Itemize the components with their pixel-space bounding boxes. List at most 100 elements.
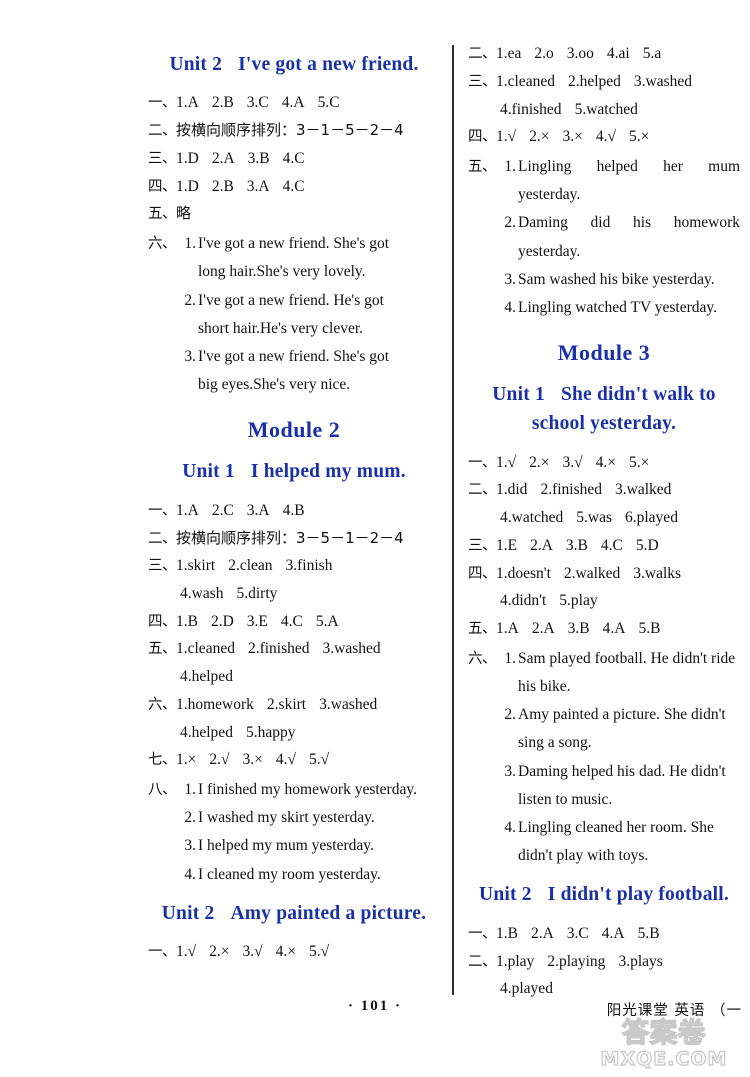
sentence-number: 3.: [184, 837, 196, 855]
answer-item: 1.A: [496, 620, 519, 638]
sentence-block: 八、 1. I finished my homework yesterday. 2. I…: [148, 776, 440, 889]
answer-item: 3.E: [246, 612, 268, 630]
answer-item: 5.A: [315, 612, 339, 630]
right-column: 二、 1.ea 2.o 3.oo 4.ai 5.a 三、 1.cleaned 2.helped 3…: [468, 40, 740, 1005]
sentence-block: 六、 1. Sam played football. He didn't ride h…: [468, 645, 740, 871]
answer-item: 按横向顺序排列：3－5－1－2－4: [176, 528, 404, 547]
answer-items: 1.√ 2.× 3.√ 4.× 5.×: [496, 449, 740, 477]
answer-item: 1.√: [176, 943, 197, 961]
answer-item: 1.play: [496, 952, 535, 970]
unit-heading-number: Unit 2: [169, 54, 223, 75]
answer-line-marker: 四、: [148, 613, 177, 630]
answer-items: 1.did 2.finished 3.walked: [496, 476, 740, 504]
answer-item: 2.finished: [247, 640, 310, 658]
unit-heading: Unit 2 Amy painted a picture.: [148, 899, 440, 928]
answer-item: 3.×: [242, 751, 263, 769]
answer-item: 4.×: [595, 453, 617, 471]
answer-items: 1.× 2.√ 3.× 4.√ 5.√: [176, 746, 440, 774]
answer-item: 1.E: [496, 536, 518, 554]
module-heading: Module 2: [247, 417, 341, 443]
sentence-number: 2.: [504, 706, 516, 724]
answer-item: 3.washed: [322, 640, 381, 658]
answer-items: 1.B 2.A 3.C 4.A 5.B: [496, 920, 740, 948]
answer-line: 一、 1.A 2.B 3.C 4.A 5.C: [148, 89, 440, 117]
answer-item: 5.was: [576, 509, 612, 527]
answer-item: 5.D: [635, 536, 659, 554]
unit-heading: Unit 1 I helped my mum.: [148, 457, 440, 486]
answer-item: 3.washed: [319, 695, 378, 713]
sentence-row: 2. I've got a new friend. He's got: [148, 287, 440, 315]
answer-line: 四、 1.B 2.D 3.E 4.C 5.A: [148, 608, 440, 636]
sentence-row: 六、 1. Sam played football. He didn't ride: [468, 645, 740, 673]
answer-items: 1.ea 2.o 3.oo 4.ai 5.a: [496, 40, 740, 68]
answer-item: 5.happy: [245, 723, 296, 741]
answer-item: 3.plays: [618, 952, 663, 970]
answer-item: 4.C: [282, 177, 305, 195]
sentence-text: Amy painted a picture. She didn't: [518, 706, 726, 724]
answer-line-continuation: 4.finished 5.watched: [468, 96, 740, 124]
answer-item: 2.A: [531, 620, 555, 638]
answer-item: 6.played: [625, 509, 678, 527]
answer-item: 3.B: [567, 620, 590, 638]
answer-item: 2.C: [211, 501, 234, 519]
page-footer: · 101 · 阳光课堂 英语 （一: [0, 998, 750, 1024]
sentence-text: I've got a new friend. She's got: [198, 235, 390, 253]
sentence-text: Lingling cleaned her room. She: [518, 819, 714, 837]
unit-heading-number: Unit 1: [182, 461, 235, 483]
answer-item: 1.×: [176, 751, 197, 769]
answer-line: 四、 1.√ 2.× 3.× 4.√ 5.×: [468, 123, 740, 151]
answer-item: 1.D: [176, 149, 199, 167]
answer-line-marker: 六、: [148, 696, 177, 713]
answer-item: 2.helped: [567, 72, 621, 90]
sentence-row: 八、 1. I finished my homework yesterday.: [148, 776, 440, 804]
answer-line-marker: 三、: [468, 73, 497, 90]
answer-item: 按横向顺序排列：3－1－5－2－4: [176, 121, 404, 140]
answer-item: 2.×: [529, 453, 550, 471]
answer-items: 按横向顺序排列：3－5－1－2－4: [176, 525, 440, 552]
answer-line-marker: 五、: [148, 641, 177, 658]
sentence-row: 3. Sam washed his bike yesterday.: [468, 266, 740, 294]
sentence-number: 3.: [504, 270, 516, 288]
sentence-block-marker: 六、: [468, 650, 497, 667]
answer-line: 六、 1.homework 2.skirt 3.washed: [148, 691, 440, 719]
answer-line-marker: 三、: [148, 150, 177, 167]
sentence-row: 2. Amy painted a picture. She didn't: [468, 701, 740, 729]
answer-line-marker: 五、: [148, 206, 177, 223]
answer-item: 5.B: [637, 924, 660, 942]
answer-item: 4.finished: [500, 100, 562, 118]
answer-item: 3.B: [565, 536, 588, 554]
answer-block: 一、 1.√ 2.× 3.√ 4.× 5.× 二、 1.did 2.finished 3.walk…: [468, 449, 740, 643]
sentence-number: 4.: [184, 865, 196, 883]
answer-line-marker: 三、: [468, 537, 497, 554]
answer-item: 4.wash: [180, 585, 224, 603]
answer-line: 二、 按横向顺序排列：3－5－1－2－4: [148, 525, 440, 553]
answer-item: 4.×: [275, 943, 297, 961]
sentence-block-marker: 五、: [468, 158, 497, 175]
unit-heading-title: I didn't play football.: [547, 884, 729, 906]
answer-item: 5.a: [642, 45, 662, 62]
answer-line: 一、 1.A 2.C 3.A 4.B: [148, 497, 440, 525]
answer-items: 1.A 2.C 3.A 4.B: [176, 497, 440, 525]
unit-heading-number: Unit 2: [161, 902, 215, 924]
sentence-row: 2. I washed my skirt yesterday.: [148, 804, 440, 832]
answer-line-marker: 二、: [468, 953, 497, 970]
sentence-number: 3.: [504, 762, 516, 780]
sentence-block-marker: 八、: [148, 782, 177, 799]
sentence-row: 4. I cleaned my room yesterday.: [148, 861, 440, 889]
answer-item: 1.did: [496, 481, 528, 499]
answer-line-marker: 一、: [148, 502, 177, 519]
answer-item: 5.×: [629, 453, 650, 471]
sentence-row: 五、 1. Lingling helped her mum yesterday.: [468, 153, 740, 209]
sentence-number: 4.: [504, 298, 516, 316]
sentence-number: 4.: [504, 819, 516, 837]
answer-item: 2.B: [211, 94, 234, 112]
answer-line-marker: 二、: [468, 482, 497, 499]
answer-line: 一、 1.√ 2.× 3.√ 4.× 5.√: [148, 938, 440, 966]
left-column: Unit 2 I've got a new friend. 一、 1.A 2.B 3.C 4…: [148, 40, 440, 968]
answer-items: 1.√ 2.× 3.√ 4.× 5.√: [176, 938, 440, 966]
sentence-text: Daming helped his dad. He didn't: [518, 762, 726, 780]
answer-items: 1.cleaned 2.helped 3.washed: [496, 68, 740, 96]
module-heading: Module 3: [557, 340, 651, 366]
answer-item: 4.√: [275, 751, 297, 769]
answer-item: 4.C: [280, 612, 303, 630]
